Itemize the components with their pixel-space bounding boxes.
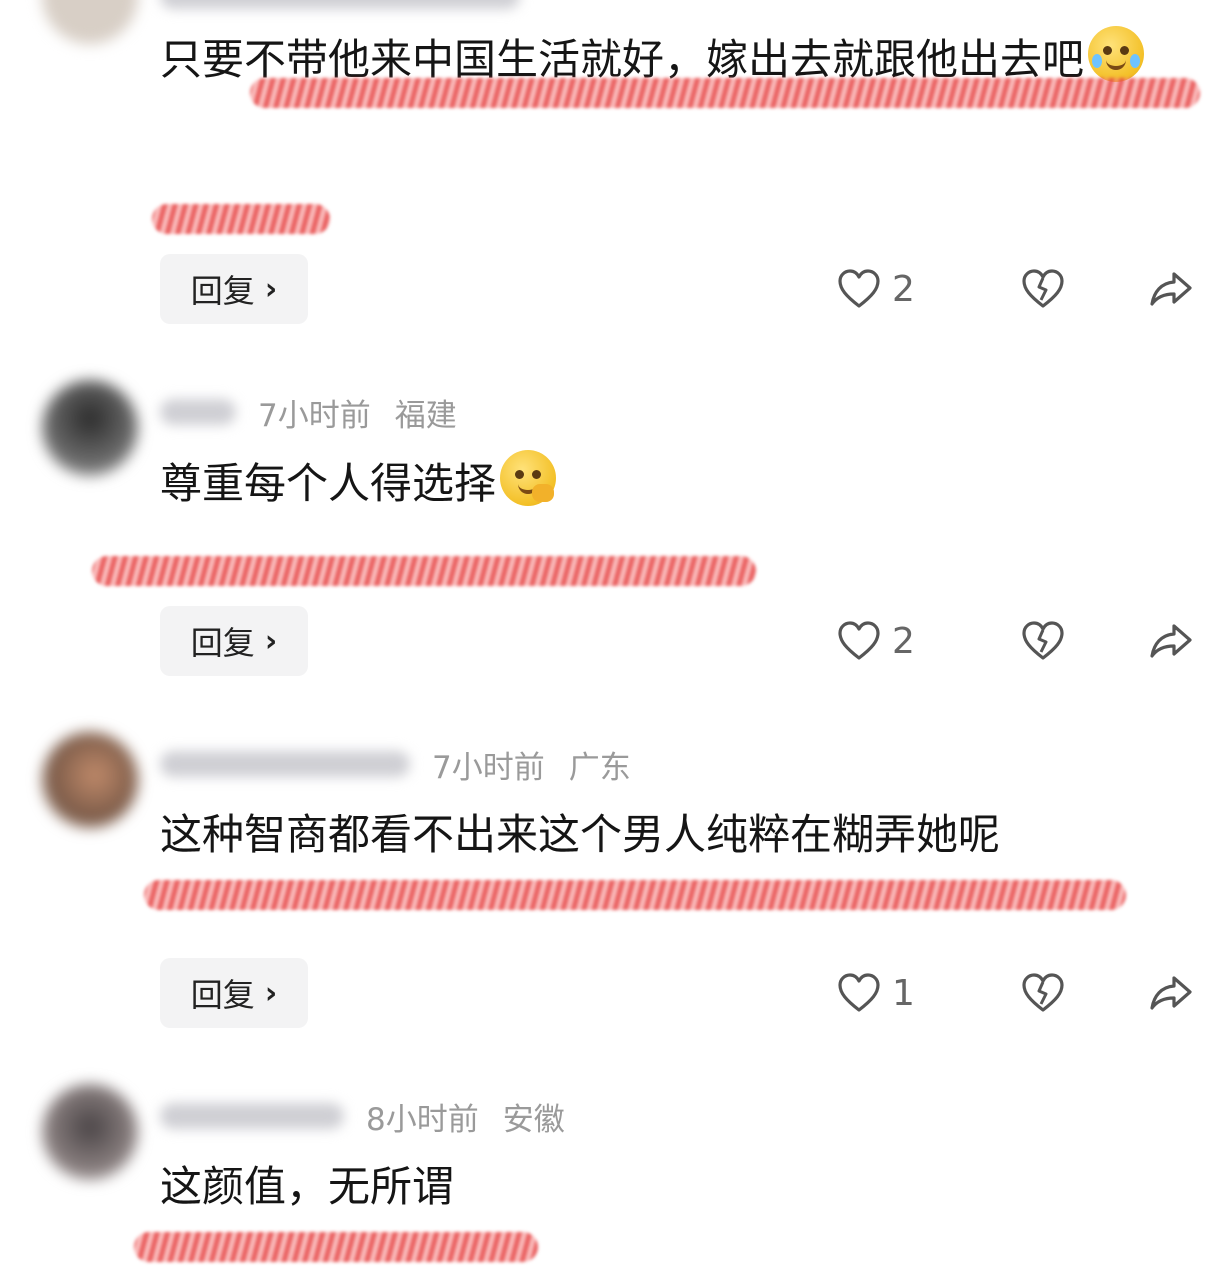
like-button[interactable]: 2 (836, 606, 915, 676)
post-location: 安徽 (502, 1101, 565, 1138)
post-time: 7小时前 (258, 397, 371, 434)
broken-heart-icon (1022, 973, 1064, 1012)
hand-over-mouth-face-icon (500, 450, 557, 506)
like-button[interactable]: 2 (836, 254, 915, 324)
share-arrow-icon (1150, 624, 1192, 658)
comment-meta (160, 0, 542, 16)
reply-button[interactable]: 回复 › (160, 606, 308, 676)
like-button[interactable]: 1 (836, 958, 915, 1028)
like-count: 2 (892, 268, 915, 310)
dislike-button[interactable] (1020, 958, 1066, 1028)
share-arrow-icon (1150, 976, 1192, 1010)
chevron-right-icon: › (264, 271, 278, 307)
like-count: 1 (892, 972, 915, 1014)
dislike-button[interactable] (1020, 254, 1066, 324)
share-arrow-icon (1150, 272, 1192, 306)
avatar[interactable] (42, 732, 138, 828)
comment-text: 这颜值，无所谓 (160, 1154, 1205, 1220)
heart-icon (838, 973, 880, 1012)
post-location: 广东 (568, 749, 631, 786)
username-blurred[interactable] (160, 0, 520, 9)
username-blurred[interactable] (160, 751, 410, 777)
username-blurred[interactable] (160, 1103, 344, 1129)
comment-body: 这颜值，无所谓 (160, 1162, 455, 1211)
share-button[interactable] (1148, 606, 1194, 676)
broken-heart-icon (1022, 621, 1064, 660)
dislike-button[interactable] (1020, 606, 1066, 676)
redaction-scribble (152, 204, 330, 234)
like-count: 2 (892, 620, 915, 662)
comment-meta: 7小时前 广东 (160, 744, 631, 786)
reply-label: 回复 (190, 976, 255, 1014)
redaction-scribble (92, 556, 756, 586)
crying-face-icon (1088, 26, 1145, 82)
comment-body: 这种智商都看不出来这个男人纯粹在糊弄她呢 (160, 810, 1001, 859)
chevron-right-icon: › (264, 623, 278, 659)
redaction-scribble (250, 78, 1200, 108)
reply-button[interactable]: 回复 › (160, 254, 308, 324)
avatar[interactable] (42, 380, 138, 476)
avatar[interactable] (42, 1084, 138, 1180)
comment-text: 尊重每个人得选择 (160, 450, 1205, 517)
comment-meta: 8小时前 安徽 (160, 1096, 565, 1138)
comment-body: 尊重每个人得选择 (160, 459, 497, 508)
post-time: 7小时前 (432, 749, 545, 786)
post-location: 福建 (394, 397, 457, 434)
comment-meta: 7小时前 福建 (160, 392, 457, 434)
comment-text: 这种智商都看不出来这个男人纯粹在糊弄她呢 (160, 802, 1205, 868)
reply-label: 回复 (190, 624, 255, 662)
share-button[interactable] (1148, 958, 1194, 1028)
reply-label: 回复 (190, 272, 255, 310)
post-time: 8小时前 (366, 1101, 479, 1138)
share-button[interactable] (1148, 254, 1194, 324)
redaction-scribble (144, 880, 1126, 910)
avatar[interactable] (42, 0, 138, 44)
broken-heart-icon (1022, 269, 1064, 308)
comment-body: 只要不带他来中国生活就好，嫁出去就跟他出去吧 (160, 35, 1085, 84)
heart-icon (838, 269, 880, 308)
reply-button[interactable]: 回复 › (160, 958, 308, 1028)
chevron-right-icon: › (264, 975, 278, 1011)
redaction-scribble (134, 1232, 538, 1262)
heart-icon (838, 621, 880, 660)
username-blurred[interactable] (160, 399, 236, 425)
